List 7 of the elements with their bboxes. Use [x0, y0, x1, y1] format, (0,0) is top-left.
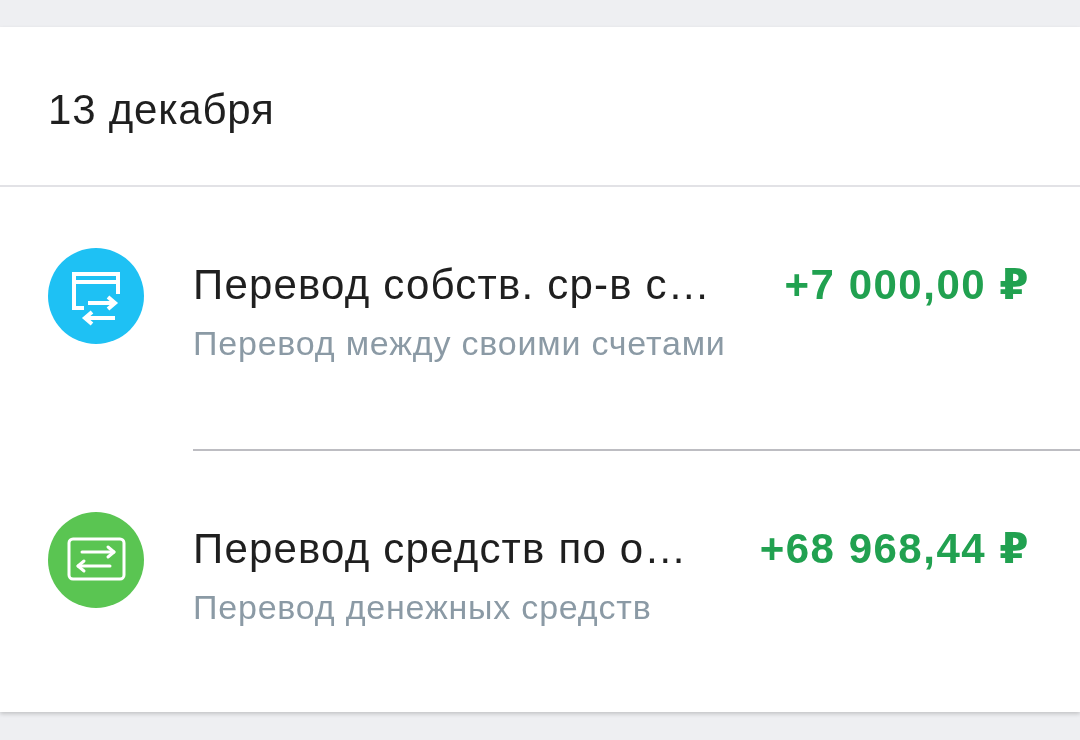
transaction-subtitle: Перевод денежных средств	[193, 586, 652, 627]
transaction-title: Перевод средств по о…	[193, 524, 688, 573]
transaction-amount: +68 968,44 ₽	[759, 524, 1030, 573]
transaction-title: Перевод собств. ср-в с…	[193, 261, 711, 310]
transaction-amount: +7 000,00 ₽	[784, 261, 1030, 310]
transaction-subtitle: Перевод между своими счетами	[193, 323, 726, 364]
date-header: 13 декабря	[48, 85, 275, 136]
